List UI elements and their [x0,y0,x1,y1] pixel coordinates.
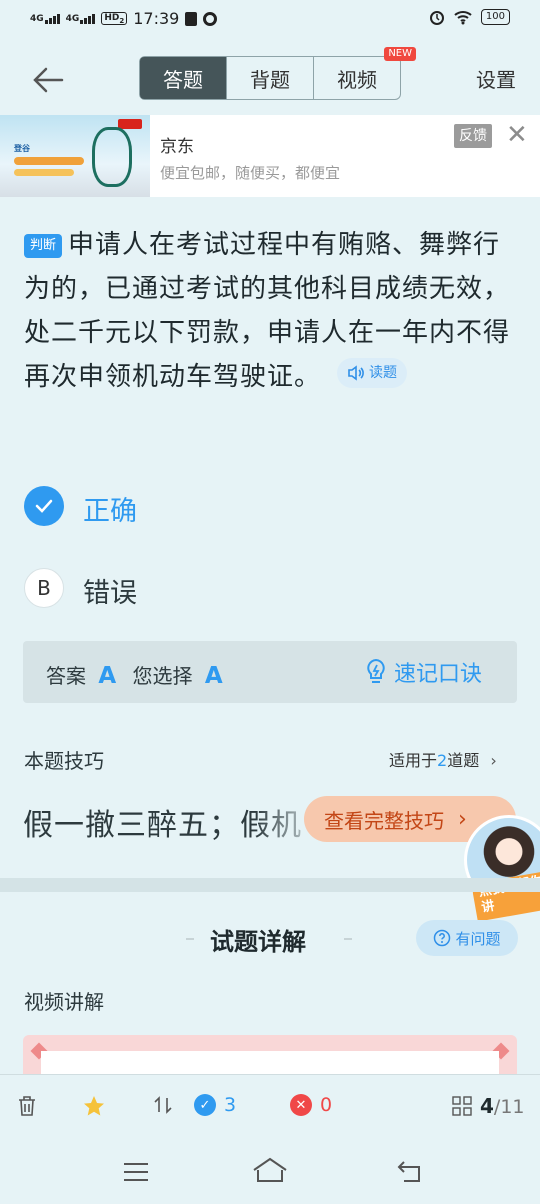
clock: 17:39 [133,9,180,28]
correct-count-value: 3 [224,1094,237,1116]
status-left: 4G 4G HD2 17:39 [30,9,218,28]
speaker-icon [348,365,364,381]
x-circle-icon: ✕ [290,1094,312,1116]
section-divider [0,878,540,892]
signal-1-icon: 4G [30,13,60,24]
option-a-check-icon[interactable] [24,486,64,526]
favorite-button[interactable] [82,1094,106,1118]
tips-apply-link[interactable]: 适用于2道题 › [389,747,497,771]
ask-question-label: 有问题 [455,929,501,948]
menu-icon[interactable] [122,1160,150,1188]
alarm-icon [429,11,444,25]
chosen-value: A [204,663,223,689]
progress-total: /11 [493,1096,525,1118]
tips-title: 本题技巧 [24,749,104,773]
ad-subtitle: 便宜包邮，随便买，都便宜 [160,164,341,182]
progress-counter: 4/11 [480,1094,525,1118]
close-icon[interactable]: ✕ [506,120,528,150]
correct-count: ✓ 3 [194,1094,236,1116]
status-bar: 4G 4G HD2 17:39 100 [0,0,540,40]
new-badge: NEW [384,47,416,61]
title-dash [186,938,194,940]
battery-icon: 100 [480,9,510,25]
check-circle-icon: ✓ [194,1094,216,1116]
ad-image: 登谷 [0,115,150,197]
ad-title: 京东 [160,137,194,157]
chosen-label: 您选择 [132,664,193,688]
progress-current: 4 [480,1094,494,1118]
option-a-label[interactable]: 正确 [83,489,137,528]
tab-memorize[interactable]: 背题 [227,57,314,99]
trash-icon [19,1096,35,1116]
delete-button[interactable] [16,1094,38,1118]
back-nav-icon[interactable] [396,1158,426,1188]
chevron-right-icon: › [490,751,497,770]
answer-line: 答案 A 您选择 A [46,660,223,689]
network-type-label: 4G [30,13,44,24]
network-type-label: 4G [65,13,80,24]
tab-video-label: 视频 [337,67,377,92]
arrow-left-icon [33,67,64,93]
tips-apply-count: 2 [437,751,448,770]
question-type-badge: 判断 [24,234,63,258]
title-dash [344,938,352,940]
ask-question-button[interactable]: 有问题 [416,920,518,956]
option-b-label[interactable]: 错误 [83,571,137,610]
swap-order-button[interactable] [152,1094,174,1116]
signal-2-icon: 4G [65,13,96,24]
help-icon [434,929,451,947]
tips-apply-suffix: 道题 [447,751,480,770]
hd-voice-icon: HD2 [101,11,128,26]
mnemonic-label: 速记口诀 [394,662,483,687]
answer-label: 答案 [46,664,86,688]
status-right: 100 [429,9,510,25]
view-full-tips-label: 查看完整技巧 [324,808,444,833]
star-icon [84,1096,104,1116]
sort-arrows-icon [154,1096,172,1114]
settings-button[interactable]: 设置 [476,64,516,93]
video-section-title: 视频讲解 [24,990,104,1014]
lightbulb-icon [367,658,385,683]
assistant-avatar-button[interactable]: 点我！帮你讲 [464,815,540,922]
read-question-button[interactable]: 读题 [337,358,408,388]
home-icon[interactable] [252,1156,288,1188]
answer-value: A [98,663,117,689]
ad-feedback-button[interactable]: 反馈 [454,124,492,148]
read-question-label: 读题 [369,365,398,381]
question-text: 申请人在考试过程中有贿赂、舞弊行为的，已通过考试的其他科目成绩无效，处二千元以下… [24,230,511,392]
mode-tabs: 答题 背题 视频 NEW [139,47,416,100]
grid-icon [452,1096,472,1116]
app-notify-icon [203,11,218,26]
back-button[interactable] [28,60,68,100]
tab-video[interactable]: 视频 NEW [314,47,416,99]
question-grid-button[interactable]: 4/11 [452,1094,525,1118]
sim-icon [185,11,198,26]
wrong-count-value: 0 [320,1094,333,1116]
tab-answer[interactable]: 答题 [140,57,227,99]
explanation-title: 试题详解 [210,928,306,956]
option-b-key[interactable]: B [24,568,64,608]
wrong-count: ✕ 0 [290,1094,332,1116]
tips-apply-prefix: 适用于 [389,751,438,770]
mnemonic-button[interactable]: 速记口诀 [364,656,482,688]
question-text-block: 判断 申请人在考试过程中有贿赂、舞弊行为的，已通过考试的其他科目成绩无效，处二千元… [24,223,520,399]
wifi-icon [454,11,472,25]
